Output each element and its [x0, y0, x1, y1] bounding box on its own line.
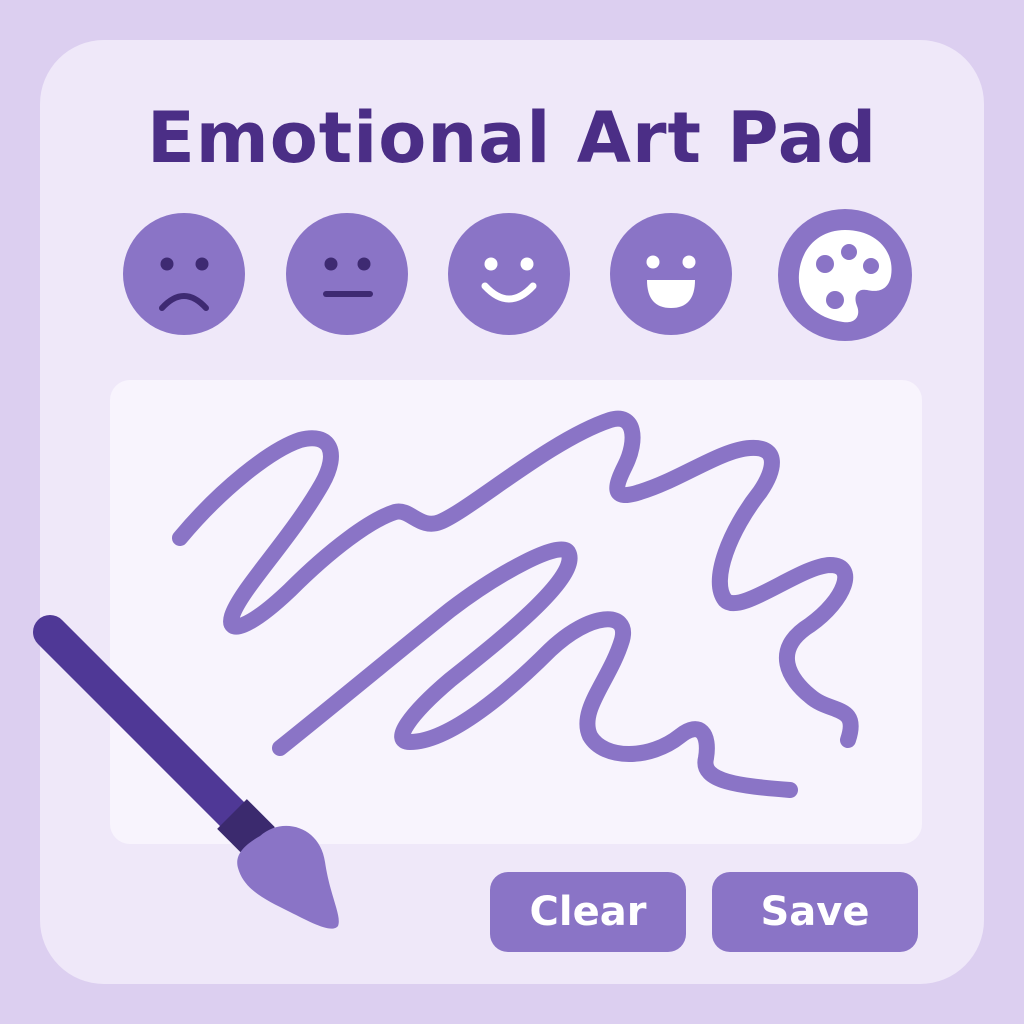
clear-button[interactable]: Clear — [490, 872, 686, 952]
mood-button-smile[interactable] — [447, 212, 571, 336]
mood-button-sad[interactable] — [122, 212, 246, 336]
paintbrush-tool[interactable] — [20, 600, 350, 954]
mood-button-palette[interactable] — [777, 208, 913, 342]
smile-face-icon — [448, 213, 570, 335]
sad-face-icon — [123, 213, 245, 335]
mood-button-happy[interactable] — [609, 212, 733, 336]
mood-button-neutral[interactable] — [285, 212, 409, 336]
paintbrush-icon — [33, 615, 339, 929]
app-title: Emotional Art Pad — [146, 97, 878, 179]
palette-icon — [778, 209, 912, 341]
save-button[interactable]: Save — [712, 872, 918, 952]
neutral-face-icon — [286, 213, 408, 335]
happy-face-icon — [610, 213, 732, 335]
